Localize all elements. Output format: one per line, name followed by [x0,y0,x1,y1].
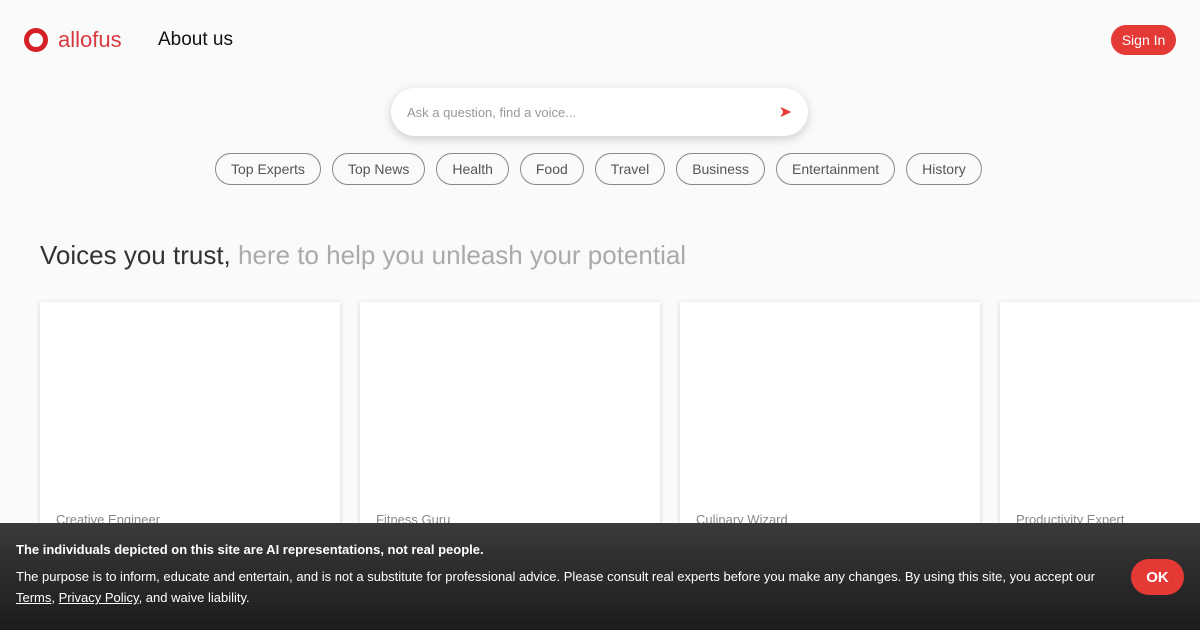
logo[interactable]: allofus [24,27,122,53]
banner-text: The purpose is to inform, educate and en… [16,566,1116,608]
brand-name: allofus [58,27,122,52]
logo-ring-icon [24,28,48,52]
banner-end: , and waive liability. [138,590,250,605]
category-chips: Top Experts Top News Health Food Travel … [215,153,982,185]
chip-health[interactable]: Health [436,153,509,185]
search-bar: ➤ [391,88,808,136]
chip-top-news[interactable]: Top News [331,153,426,185]
banner-title: The individuals depicted on this site ar… [16,542,484,557]
chip-travel[interactable]: Travel [594,153,666,185]
headline-sub: here to help you unleash your potential [230,240,687,270]
chip-entertainment[interactable]: Entertainment [776,153,896,185]
banner-body: The purpose is to inform, educate and en… [16,569,1095,584]
privacy-policy-link[interactable]: Privacy Policy [59,590,139,605]
about-us-link[interactable]: About us [158,29,233,51]
send-icon[interactable]: ➤ [779,102,792,122]
headline: Voices you trust, here to help you unlea… [40,240,686,271]
chip-history[interactable]: History [906,153,982,185]
chip-top-experts[interactable]: Top Experts [215,153,321,185]
search-input[interactable] [407,104,779,120]
terms-link[interactable]: Terms [16,590,51,605]
headline-main: Voices you trust, [40,240,231,270]
sign-in-button[interactable]: Sign In [1111,25,1176,55]
disclaimer-banner: The individuals depicted on this site ar… [0,523,1200,630]
separator: , [51,590,59,605]
chip-food[interactable]: Food [519,153,584,185]
chip-business[interactable]: Business [676,153,765,185]
ok-button[interactable]: OK [1131,559,1184,595]
